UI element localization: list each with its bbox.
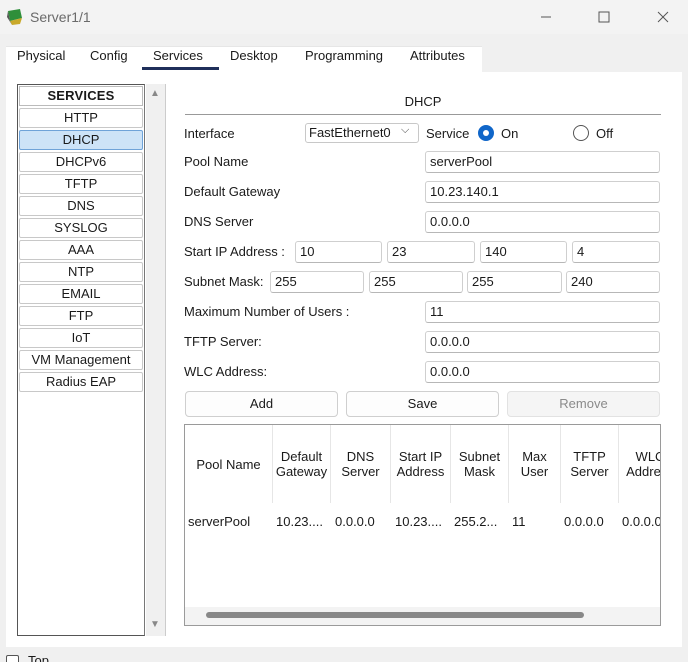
service-on-radio[interactable]	[478, 125, 494, 141]
scroll-down-icon[interactable]: ▼	[150, 619, 160, 630]
pool-name-input[interactable]: serverPool	[425, 151, 660, 173]
interface-label: Interface	[184, 126, 235, 141]
subnet-mask-octet-3[interactable]: 255	[467, 271, 562, 293]
table-cell-wlc-address[interactable]: 0.0.0.0	[622, 514, 660, 532]
table-cell-start-ip[interactable]: 10.23....	[395, 514, 449, 532]
scroll-up-icon[interactable]: ▲	[150, 88, 160, 99]
max-users-input[interactable]: 11	[425, 301, 660, 323]
window-title: Server1/1	[30, 9, 91, 25]
service-item-iot[interactable]: IoT	[19, 328, 143, 348]
chevron-down-icon[interactable]: ⌵	[401, 124, 409, 137]
table-cell-dns-server[interactable]: 0.0.0.0	[335, 514, 389, 532]
column-header-default-gateway[interactable]: Default Gateway	[273, 425, 331, 503]
column-header-tftp-server[interactable]: TFTP Server	[561, 425, 619, 503]
start-ip-octet-3[interactable]: 140	[480, 241, 567, 263]
start-ip-octet-2[interactable]: 23	[387, 241, 475, 263]
tftp-server-input[interactable]: 0.0.0.0	[425, 331, 660, 353]
pool-table: Pool Name Default Gateway DNS Server Sta…	[184, 424, 661, 626]
column-header-pool-name[interactable]: Pool Name	[185, 425, 273, 503]
service-item-vm-management[interactable]: VM Management	[19, 350, 143, 370]
column-header-subnet-mask[interactable]: Subnet Mask	[451, 425, 509, 503]
column-header-dns-server[interactable]: DNS Server	[331, 425, 391, 503]
tftp-server-label: TFTP Server:	[184, 334, 262, 349]
app-icon	[7, 9, 22, 25]
column-header-max-user[interactable]: Max User	[509, 425, 561, 503]
top-checkbox[interactable]	[6, 655, 19, 662]
save-button[interactable]: Save	[346, 391, 499, 417]
service-on-label: On	[501, 126, 519, 141]
default-gateway-input[interactable]: 10.23.140.1	[425, 181, 660, 203]
add-button[interactable]: Add	[185, 391, 338, 417]
minimize-icon[interactable]	[523, 0, 569, 34]
tab-desktop[interactable]: Desktop	[230, 48, 278, 70]
column-header-wlc-address[interactable]: WLC Address	[619, 425, 660, 503]
services-scrollbar[interactable]	[146, 84, 166, 636]
subnet-mask-octet-2[interactable]: 255	[369, 271, 463, 293]
wlc-address-label: WLC Address:	[184, 364, 268, 379]
service-item-aaa[interactable]: AAA	[19, 240, 143, 260]
service-item-dns[interactable]: DNS	[19, 196, 143, 216]
service-item-ftp[interactable]: FTP	[19, 306, 143, 326]
service-item-tftp[interactable]: TFTP	[19, 174, 143, 194]
remove-button[interactable]: Remove	[507, 391, 660, 417]
tab-config[interactable]: Config	[90, 48, 128, 70]
title-divider	[185, 114, 661, 115]
tab-attributes[interactable]: Attributes	[410, 48, 465, 70]
service-item-dhcpv6[interactable]: DHCPv6	[19, 152, 143, 172]
service-item-http[interactable]: HTTP	[19, 108, 143, 128]
table-cell-subnet-mask[interactable]: 255.2...	[454, 514, 508, 532]
service-item-email[interactable]: EMAIL	[19, 284, 143, 304]
dhcp-title: DHCP	[404, 94, 442, 109]
start-ip-label: Start IP Address :	[184, 244, 285, 259]
active-tab-indicator	[142, 67, 219, 70]
dns-server-label: DNS Server	[184, 214, 254, 229]
table-cell-tftp-server[interactable]: 0.0.0.0	[564, 514, 618, 532]
subnet-mask-label: Subnet Mask:	[184, 274, 264, 289]
dns-server-input[interactable]: 0.0.0.0	[425, 211, 660, 233]
service-item-radius-eap[interactable]: Radius EAP	[19, 372, 143, 392]
pool-name-label: Pool Name	[184, 154, 249, 169]
table-scroll-thumb[interactable]	[206, 612, 584, 618]
top-label: Top	[28, 653, 49, 662]
service-item-syslog[interactable]: SYSLOG	[19, 218, 143, 238]
start-ip-octet-1[interactable]: 10	[295, 241, 382, 263]
table-cell-max-user[interactable]: 11	[512, 514, 552, 532]
wlc-address-input[interactable]: 0.0.0.0	[425, 361, 660, 383]
max-users-label: Maximum Number of Users :	[184, 304, 350, 319]
services-header: SERVICES	[19, 86, 143, 106]
tab-physical[interactable]: Physical	[17, 48, 65, 70]
service-label: Service	[426, 126, 470, 141]
service-off-radio[interactable]	[573, 125, 589, 141]
table-cell-default-gateway[interactable]: 10.23....	[276, 514, 330, 532]
subnet-mask-octet-1[interactable]: 255	[270, 271, 364, 293]
service-item-ntp[interactable]: NTP	[19, 262, 143, 282]
column-header-start-ip[interactable]: Start IP Address	[391, 425, 451, 503]
default-gateway-label: Default Gateway	[184, 184, 281, 199]
service-item-dhcp[interactable]: DHCP	[19, 130, 143, 150]
tab-programming[interactable]: Programming	[305, 48, 383, 70]
start-ip-octet-4[interactable]: 4	[572, 241, 660, 263]
maximize-icon[interactable]	[581, 0, 627, 34]
service-off-label: Off	[596, 126, 614, 141]
table-cell-pool-name[interactable]: serverPool	[188, 514, 272, 532]
subnet-mask-octet-4[interactable]: 240	[566, 271, 660, 293]
close-icon[interactable]	[640, 0, 686, 34]
